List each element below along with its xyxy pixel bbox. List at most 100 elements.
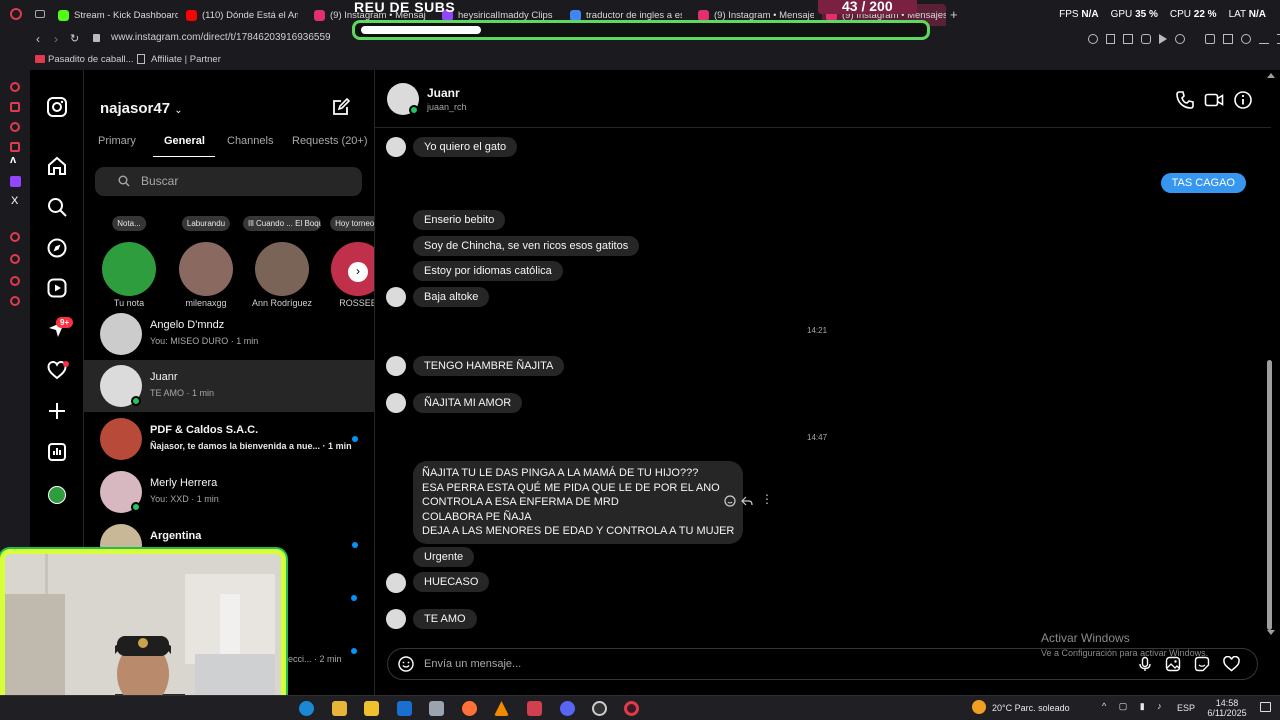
download-icon[interactable] <box>1259 34 1269 44</box>
kick-sidebar-icon[interactable]: ʌ <box>10 154 16 166</box>
microphone-icon[interactable] <box>1137 656 1153 672</box>
wallet-icon[interactable] <box>1223 34 1233 44</box>
clock[interactable]: 14:58 6/11/2025 <box>1204 698 1250 718</box>
sticker-icon[interactable] <box>1194 656 1210 672</box>
play-icon[interactable] <box>1159 34 1167 44</box>
instagram-icon[interactable] <box>46 96 68 118</box>
snapshot-icon[interactable] <box>1123 34 1133 44</box>
messenger-icon[interactable] <box>10 122 20 132</box>
search-icon[interactable] <box>46 196 68 218</box>
edge-icon[interactable] <box>299 701 314 716</box>
twitch-sidebar-icon[interactable] <box>10 176 21 187</box>
message-bubble[interactable]: TENGO HAMBRE ÑAJITA <box>413 356 565 376</box>
home-icon[interactable] <box>46 155 68 177</box>
profile-icon[interactable] <box>1241 34 1251 44</box>
bookmark-item[interactable]: Affiliate | Partner <box>151 54 221 65</box>
opera-icon[interactable] <box>624 701 639 716</box>
notes-next-button[interactable]: › <box>348 262 368 282</box>
vlc-icon[interactable] <box>494 701 509 716</box>
outlook-icon[interactable] <box>397 701 412 716</box>
shield-icon[interactable] <box>1141 34 1151 44</box>
player-icon[interactable] <box>10 232 20 242</box>
bookmark-item[interactable]: Pasadito de caball... <box>48 54 134 65</box>
note-item[interactable]: Hoy torneo 8 ROSSEE <box>318 216 374 308</box>
shopping-icon[interactable] <box>10 102 20 112</box>
note-item[interactable]: Laburandu milenaxgg <box>166 216 246 308</box>
scroll-down-icon[interactable] <box>1267 630 1275 635</box>
dashboard-icon[interactable] <box>46 441 68 463</box>
message-bubble-own[interactable]: TAS CAGAO <box>1160 173 1246 193</box>
weather-text[interactable]: 20°C Parc. soleado <box>992 703 1070 713</box>
react-icon[interactable] <box>724 495 736 507</box>
reels-icon[interactable] <box>46 277 68 299</box>
mail-icon[interactable] <box>10 142 20 152</box>
app-icon[interactable] <box>527 701 542 716</box>
contact-name[interactable]: Juanr <box>427 86 460 100</box>
search-input[interactable]: Buscar <box>95 167 362 196</box>
notification-icon[interactable] <box>1260 702 1271 712</box>
message-bubble[interactable]: Estoy por idiomas católica <box>413 261 563 281</box>
create-icon[interactable] <box>46 400 68 422</box>
app-icon[interactable] <box>429 701 444 716</box>
profile-avatar[interactable] <box>48 486 66 504</box>
explore-icon[interactable] <box>46 237 68 259</box>
info-icon[interactable] <box>1233 90 1253 110</box>
discord-icon[interactable] <box>560 701 575 716</box>
pin-icon[interactable] <box>1106 34 1115 44</box>
new-message-icon[interactable] <box>332 98 350 116</box>
phone-icon[interactable] <box>1175 90 1195 110</box>
message-bubble[interactable]: HUECASO <box>413 572 490 592</box>
calculator-icon[interactable] <box>364 701 379 716</box>
reply-icon[interactable] <box>741 495 753 507</box>
tray-icons[interactable]: ^ ▢ ▮ ♪ <box>1102 701 1167 712</box>
extensions-icon[interactable] <box>1205 34 1215 44</box>
x-icon[interactable]: X <box>11 195 18 207</box>
file-explorer-icon[interactable] <box>332 701 347 716</box>
opera-menu-icon[interactable] <box>10 8 22 20</box>
video-call-icon[interactable] <box>1204 90 1224 110</box>
message-bubble[interactable]: Yo quiero el gato <box>413 137 518 157</box>
browser-tab[interactable]: (110) Dónde Está el Amor <box>186 6 298 24</box>
conversation-item[interactable]: Merly Herrera You: XXD · 1 min <box>84 466 374 518</box>
heart-icon[interactable] <box>1175 34 1185 44</box>
language-indicator[interactable]: ESP <box>1177 703 1195 713</box>
url-field[interactable]: www.instagram.com/direct/t/1784620391693… <box>111 32 331 43</box>
heart-icon[interactable] <box>1223 656 1240 672</box>
zoom-icon[interactable] <box>1088 34 1098 44</box>
aria-icon[interactable] <box>10 82 20 92</box>
tab-manager-icon[interactable] <box>35 10 45 18</box>
tab-channels[interactable]: Channels <box>227 135 273 147</box>
settings-icon[interactable] <box>10 296 20 306</box>
conversation-item[interactable]: Angelo D'mndz You: MISEO DURO · 1 min <box>84 308 374 360</box>
message-bubble[interactable]: Enserio bebito <box>413 210 506 230</box>
account-switcher[interactable]: najasor47 ⌄ <box>100 100 183 117</box>
image-icon[interactable] <box>1165 656 1181 672</box>
history-icon[interactable] <box>10 254 20 264</box>
note-item[interactable]: Ill Cuando ... El Boqueto, Yu... Ann Rod… <box>242 216 322 308</box>
browser-tab[interactable]: Stream - Kick Dashboard <box>58 6 178 24</box>
clock-icon[interactable] <box>10 276 20 286</box>
message-bubble[interactable]: Soy de Chincha, se ven ricos esos gatito… <box>413 236 640 256</box>
message-bubble-long[interactable]: ÑAJITA TU LE DAS PINGA A LA MAMÁ DE TU H… <box>413 461 744 544</box>
new-tab-button[interactable]: + <box>950 7 958 22</box>
message-bubble[interactable]: ÑAJITA MI AMOR <box>413 393 523 413</box>
forward-icon[interactable]: › <box>54 32 58 46</box>
obs-icon[interactable] <box>592 701 607 716</box>
message-bubble[interactable]: Urgente <box>413 547 475 567</box>
back-icon[interactable]: ‹ <box>36 32 40 46</box>
note-own[interactable]: Nota... Tu nota <box>89 216 169 308</box>
tab-primary[interactable]: Primary <box>98 135 136 147</box>
conversation-item-selected[interactable]: Juanr TE AMO · 1 min <box>84 360 374 412</box>
chat-scrollbar[interactable] <box>1261 70 1280 640</box>
scroll-thumb[interactable] <box>1267 360 1272 630</box>
message-bubble[interactable]: Baja altoke <box>413 287 490 307</box>
more-options-icon[interactable]: ⋮ <box>761 493 773 505</box>
reload-icon[interactable]: ↻ <box>70 32 79 45</box>
tab-requests[interactable]: Requests (20+) <box>292 135 368 147</box>
tab-general[interactable]: General <box>164 135 205 147</box>
scroll-up-icon[interactable] <box>1267 73 1275 78</box>
emoji-icon[interactable] <box>398 656 414 672</box>
firefox-icon[interactable] <box>462 701 477 716</box>
message-bubble[interactable]: TE AMO <box>413 609 477 629</box>
conversation-item[interactable]: PDF & Caldos S.A.C. Ñajasor, te damos la… <box>84 413 374 465</box>
